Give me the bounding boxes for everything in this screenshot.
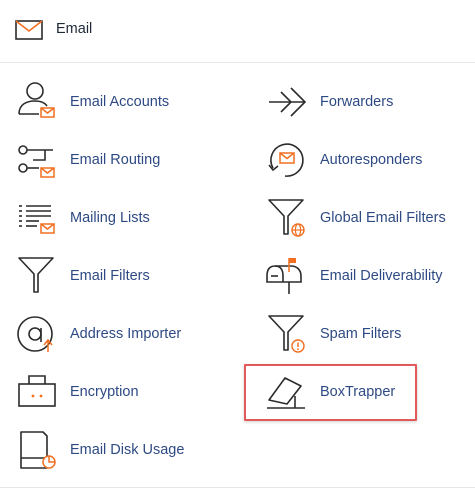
mailing-lists-link[interactable]: Mailing Lists: [15, 196, 205, 246]
mailing-lists-label: Mailing Lists: [70, 210, 150, 226]
email-deliverability-icon: [266, 258, 302, 294]
email-accounts-label: Email Accounts: [70, 94, 170, 110]
global-email-filters-link[interactable]: Global Email Filters: [265, 196, 470, 246]
email-disk-usage-label: Email Disk Usage: [70, 442, 185, 458]
email-routing-label: Email Routing: [70, 152, 161, 168]
autoresponders-label: Autoresponders: [320, 152, 423, 168]
spam-filters-icon: [268, 315, 305, 353]
address-importer-link[interactable]: Address Importer: [15, 312, 205, 362]
section-header: Email: [0, 0, 475, 62]
email-filters-icon: [18, 257, 54, 293]
forwarders-link[interactable]: Forwarders: [265, 80, 465, 130]
email-accounts-icon: [18, 82, 55, 118]
email-filters-label: Email Filters: [70, 268, 150, 284]
encryption-link[interactable]: Encryption: [15, 370, 205, 420]
envelope-icon: [15, 20, 43, 40]
global-email-filters-icon: [268, 199, 305, 237]
highlight-box: [244, 364, 417, 421]
encryption-label: Encryption: [70, 384, 139, 400]
global-email-filters-label: Global Email Filters: [320, 210, 446, 226]
spam-filters-link[interactable]: Spam Filters: [265, 312, 465, 362]
autoresponders-icon: [268, 143, 304, 177]
mailing-lists-icon: [19, 205, 55, 234]
forwarders-icon: [269, 87, 307, 117]
email-filters-link[interactable]: Email Filters: [15, 254, 205, 304]
address-importer-label: Address Importer: [70, 326, 182, 342]
autoresponders-link[interactable]: Autoresponders: [265, 138, 465, 188]
spam-filters-label: Spam Filters: [320, 326, 402, 342]
email-accounts-link[interactable]: Email Accounts: [15, 80, 205, 130]
forwarders-label: Forwarders: [320, 94, 394, 110]
email-deliverability-link[interactable]: Email Deliverability: [265, 254, 470, 304]
email-routing-link[interactable]: Email Routing: [15, 138, 205, 188]
header-divider: [0, 62, 475, 63]
email-disk-usage-icon: [20, 431, 56, 469]
email-deliverability-label: Email Deliverability: [320, 268, 443, 284]
section-title: Email: [56, 21, 93, 37]
email-disk-usage-link[interactable]: Email Disk Usage: [15, 428, 205, 478]
encryption-icon: [18, 375, 56, 407]
footer-divider: [0, 487, 475, 488]
address-importer-icon: [17, 316, 53, 352]
email-routing-icon: [18, 145, 55, 178]
